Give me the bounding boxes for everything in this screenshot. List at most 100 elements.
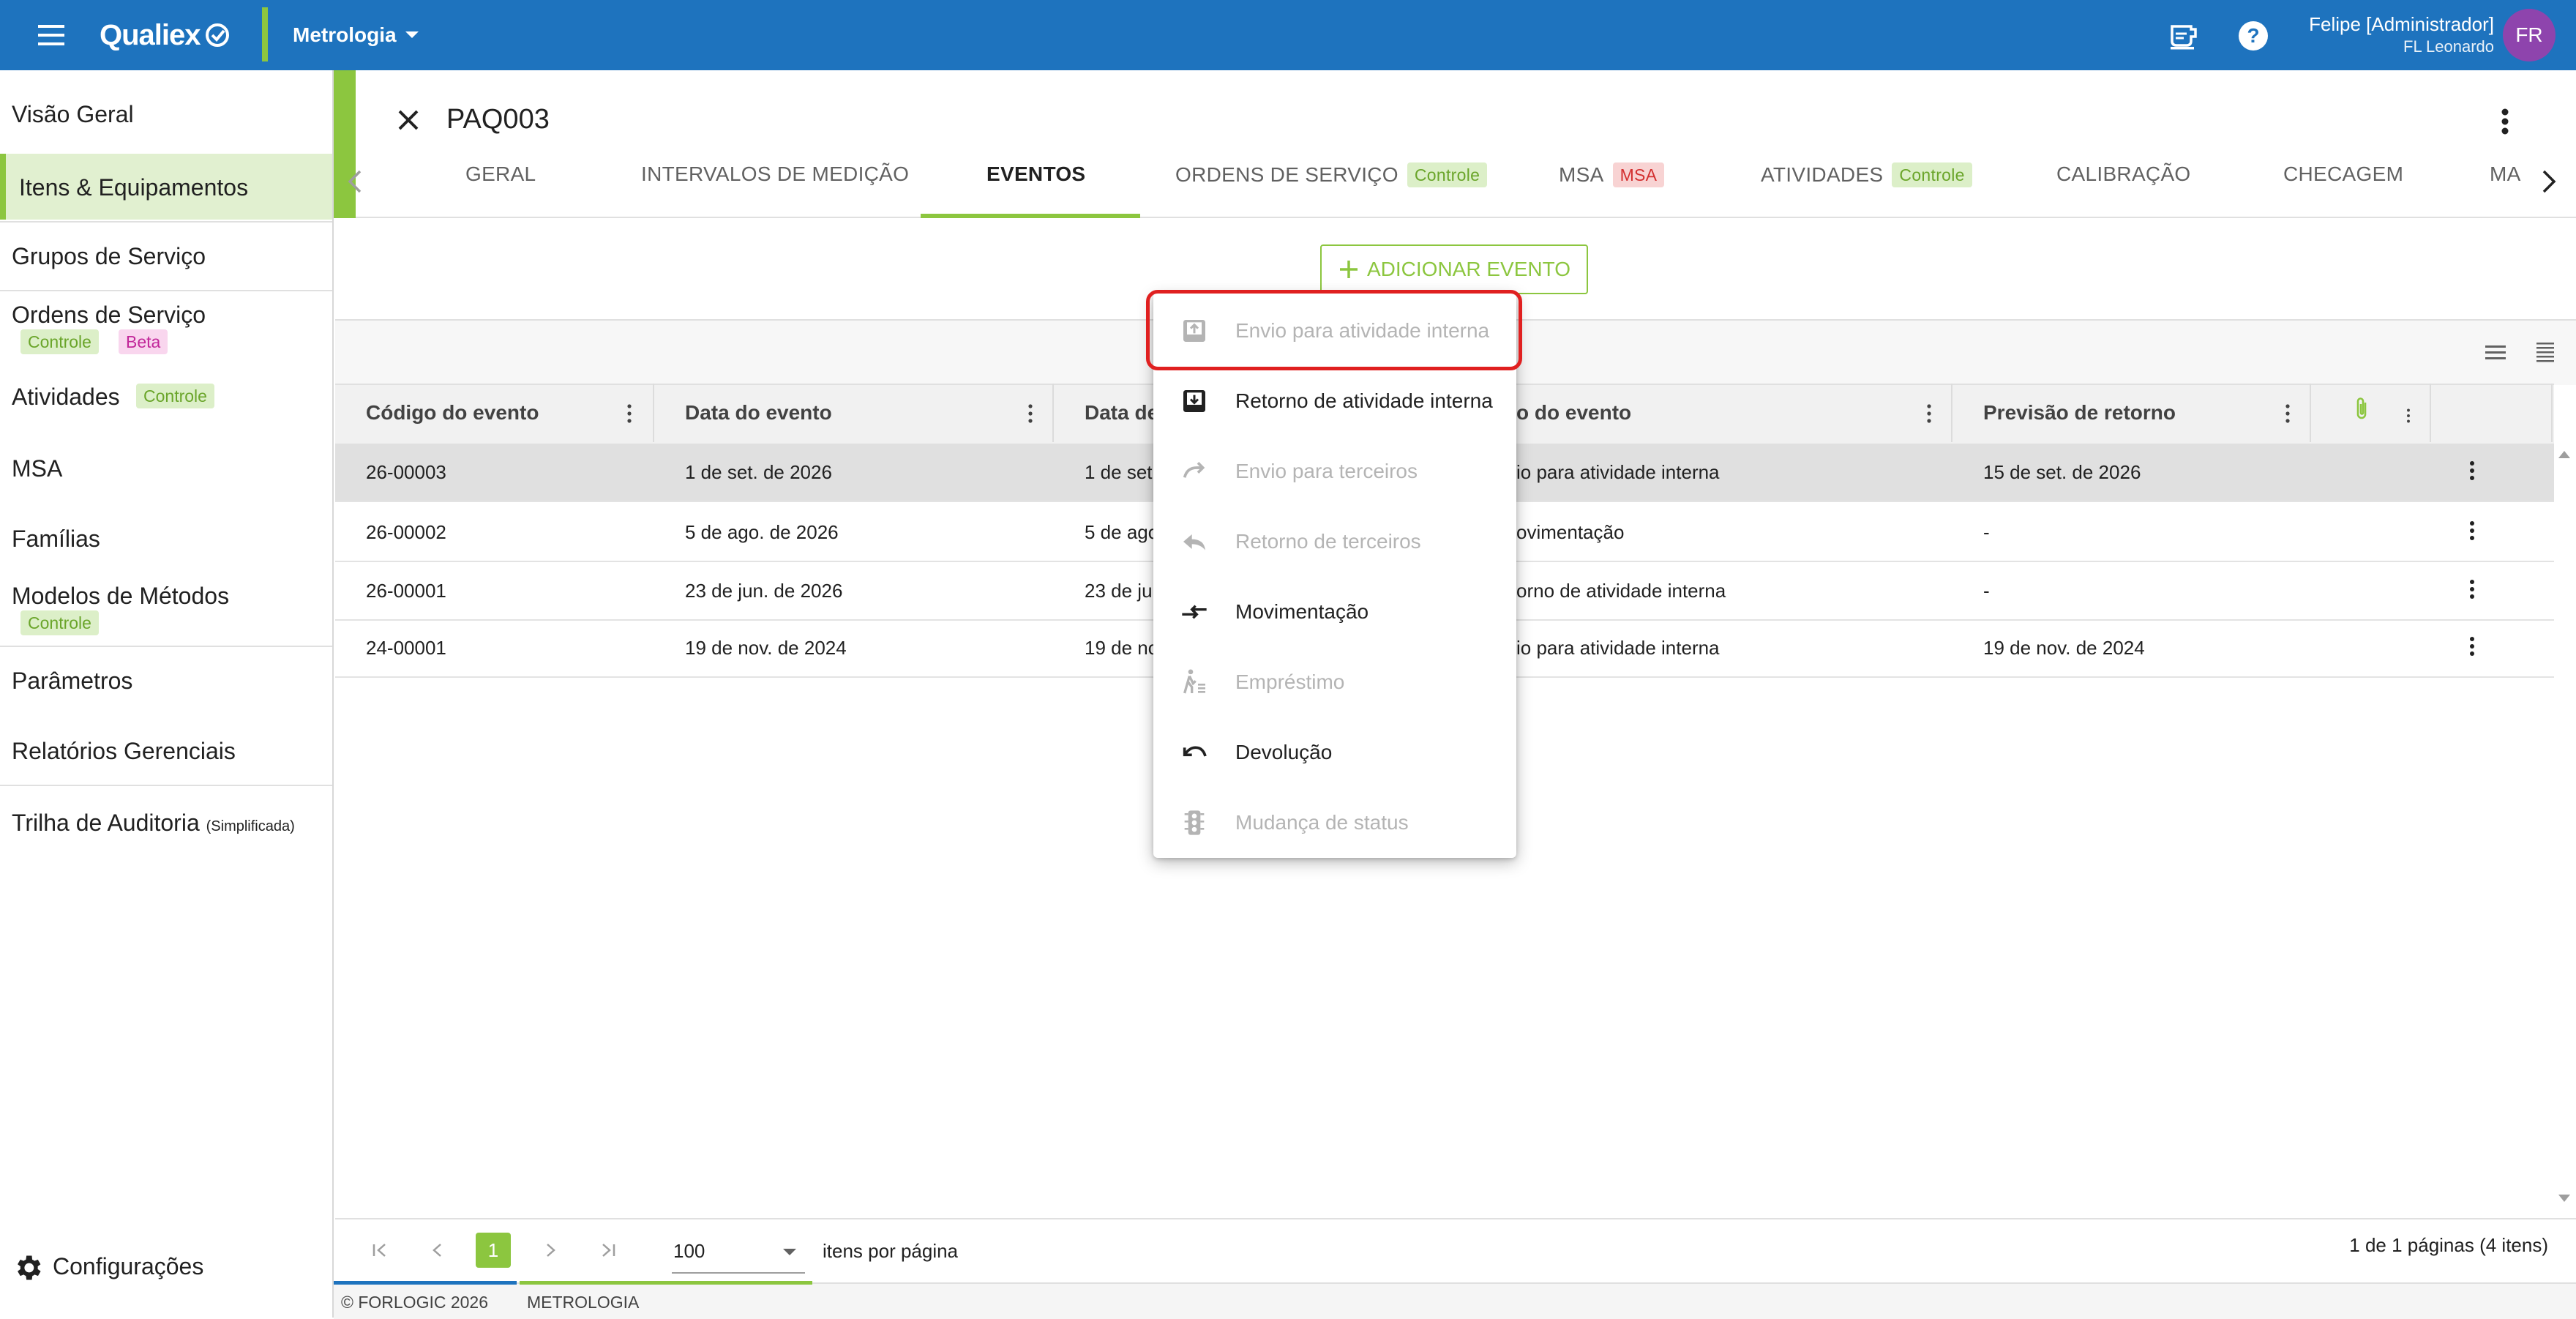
first-page-icon[interactable]: [370, 1240, 389, 1260]
menu-item-retorno-atividade-interna[interactable]: Retorno de atividade interna: [1153, 366, 1516, 436]
menu-item-movimentacao[interactable]: Movimentação: [1153, 577, 1516, 647]
cell-type: io para atividade interna: [1516, 460, 1720, 483]
next-page-icon[interactable]: [543, 1240, 559, 1260]
cell-date-2: 23 de ju: [1085, 579, 1153, 602]
row-actions-icon[interactable]: [2469, 520, 2475, 542]
sidebar-item-familias[interactable]: Famílias: [0, 526, 332, 556]
column-menu-icon[interactable]: [1926, 403, 1932, 425]
tab-label: MSA: [1559, 163, 1604, 186]
tab-msa[interactable]: MSA MSA: [1559, 162, 1665, 187]
row-actions-icon[interactable]: [2469, 578, 2475, 600]
sidebar-item-grupos-servico[interactable]: Grupos de Serviço: [0, 243, 332, 274]
column-header-tipo[interactable]: o do evento: [1516, 384, 1631, 442]
sidebar-item-relatorios[interactable]: Relatórios Gerenciais: [0, 738, 332, 769]
row-actions-icon[interactable]: [2469, 635, 2475, 657]
controle-badge: Controle: [1407, 162, 1488, 187]
compact-list-icon[interactable]: [2535, 341, 2556, 365]
module-selector[interactable]: Metrologia: [293, 18, 420, 53]
sidebar-item-label: Relatórios Gerenciais: [12, 738, 236, 764]
tab-label: CHECAGEM: [2283, 162, 2404, 185]
column-divider: [1951, 384, 1952, 442]
beta-badge: Beta: [119, 329, 168, 354]
menu-item-envio-terceiros[interactable]: Envio para terceiros: [1153, 436, 1516, 507]
tab-label: INTERVALOS DE MEDIÇÃO: [641, 162, 910, 185]
chevron-left-icon[interactable]: [345, 168, 363, 195]
cell-type: io para atividade interna: [1516, 636, 1720, 659]
add-event-button[interactable]: ADICIONAR EVENTO: [1320, 244, 1588, 294]
sidebar-item-modelos-metodos[interactable]: Modelos de Métodos Controle: [0, 583, 332, 641]
sidebar-item-trilha-auditoria[interactable]: Trilha de Auditoria (Simplificada): [0, 810, 332, 840]
app-logo[interactable]: Qualiex: [100, 16, 230, 54]
menu-item-retorno-terceiros[interactable]: Retorno de terceiros: [1153, 507, 1516, 577]
attachment-icon[interactable]: [2354, 395, 2370, 422]
column-menu-icon[interactable]: [2406, 407, 2411, 425]
scroll-up-icon[interactable]: [2557, 448, 2572, 460]
menu-item-mudanca-status[interactable]: Mudança de status: [1153, 788, 1516, 858]
tab-geral[interactable]: GERAL: [465, 162, 536, 186]
inbox-download-icon: [1178, 385, 1210, 417]
sidebar-item-itens-equipamentos[interactable]: Itens & Equipamentos: [0, 154, 332, 220]
column-menu-icon[interactable]: [1027, 403, 1033, 425]
tab-partial[interactable]: MA: [2490, 162, 2535, 186]
page-size-select[interactable]: 100: [672, 1233, 805, 1274]
sidebar-item-msa[interactable]: MSA: [0, 455, 332, 486]
add-event-label: ADICIONAR EVENTO: [1367, 258, 1570, 280]
sidebar-item-visao-geral[interactable]: Visão Geral: [0, 101, 332, 132]
controle-badge: Controle: [20, 610, 99, 635]
cell-date: 5 de ago. de 2026: [685, 520, 839, 543]
help-icon[interactable]: ?: [2236, 19, 2270, 53]
swap-arrows-icon: [1178, 596, 1210, 628]
cup-icon[interactable]: [2166, 19, 2200, 53]
tab-calibracao[interactable]: CALIBRAÇÃO: [2056, 162, 2191, 186]
menu-item-emprestimo[interactable]: Empréstimo: [1153, 647, 1516, 717]
scroll-down-icon[interactable]: [2557, 1193, 2572, 1205]
cell-date: 1 de set. de 2026: [685, 460, 832, 483]
close-icon[interactable]: [394, 105, 423, 135]
density-icon[interactable]: [2484, 343, 2507, 363]
row-actions-icon[interactable]: [2469, 460, 2475, 482]
chevron-right-icon[interactable]: [2541, 168, 2558, 195]
dropdown-arrow-icon: [782, 1247, 798, 1258]
prev-page-icon[interactable]: [429, 1240, 445, 1260]
menu-item-devolucao[interactable]: Devolução: [1153, 717, 1516, 788]
sidebar-item-label: Parâmetros: [12, 668, 133, 694]
tab-intervalos[interactable]: INTERVALOS DE MEDIÇÃO: [641, 162, 909, 186]
sidebar-item-label: Atividades: [12, 384, 120, 410]
sidebar-item-atividades[interactable]: Atividades Controle: [0, 384, 332, 414]
column-header-data[interactable]: Data do evento: [685, 384, 832, 442]
controle-badge: Controle: [136, 384, 214, 408]
pagination-summary: 1 de 1 páginas (4 itens): [2349, 1234, 2548, 1256]
traffic-light-icon: [1178, 807, 1210, 839]
tab-checagem[interactable]: CHECAGEM: [2283, 162, 2403, 186]
tab-label: MA: [2490, 162, 2521, 185]
column-divider: [1052, 384, 1054, 442]
settings-link[interactable]: Configurações: [0, 1250, 332, 1285]
current-page-button[interactable]: 1: [476, 1233, 511, 1268]
controle-badge: Controle: [20, 329, 99, 354]
column-header-previsao[interactable]: Previsão de retorno: [1983, 384, 2176, 442]
sidebar-item-ordens-servico[interactable]: Ordens de Serviço Controle Beta: [0, 302, 332, 360]
last-page-icon[interactable]: [599, 1240, 618, 1260]
column-menu-icon[interactable]: [626, 403, 632, 425]
tab-ordens-servico[interactable]: ORDENS DE SERVIÇO Controle: [1175, 162, 1488, 187]
tab-eventos[interactable]: EVENTOS: [986, 162, 1085, 186]
active-tab-indicator: [921, 214, 1140, 218]
sidebar-item-parametros[interactable]: Parâmetros: [0, 668, 332, 698]
avatar[interactable]: FR: [2503, 9, 2556, 61]
tab-atividades[interactable]: ATIVIDADES Controle: [1761, 162, 1972, 187]
sidebar-divider: [0, 290, 332, 291]
menu-item-label: Movimentação: [1235, 600, 1369, 623]
menu-item-label: Devolução: [1235, 741, 1333, 763]
add-event-menu: Envio para atividade interna Retorno de …: [1153, 293, 1516, 858]
svg-text:?: ?: [2247, 24, 2259, 47]
msa-badge: MSA: [1612, 162, 1665, 187]
column-menu-icon[interactable]: [2285, 403, 2291, 425]
column-header-codigo[interactable]: Código do evento: [366, 384, 539, 442]
qualiex-logo-icon: [205, 23, 230, 48]
more-vert-icon[interactable]: [2500, 107, 2510, 136]
module-divider: [262, 7, 268, 61]
column-header-data-2[interactable]: Data de: [1085, 384, 1158, 442]
menu-icon[interactable]: [32, 18, 70, 53]
sidebar-item-label: MSA: [12, 455, 63, 482]
user-info[interactable]: Felipe [Administrador] FL Leonardo: [2309, 12, 2494, 57]
